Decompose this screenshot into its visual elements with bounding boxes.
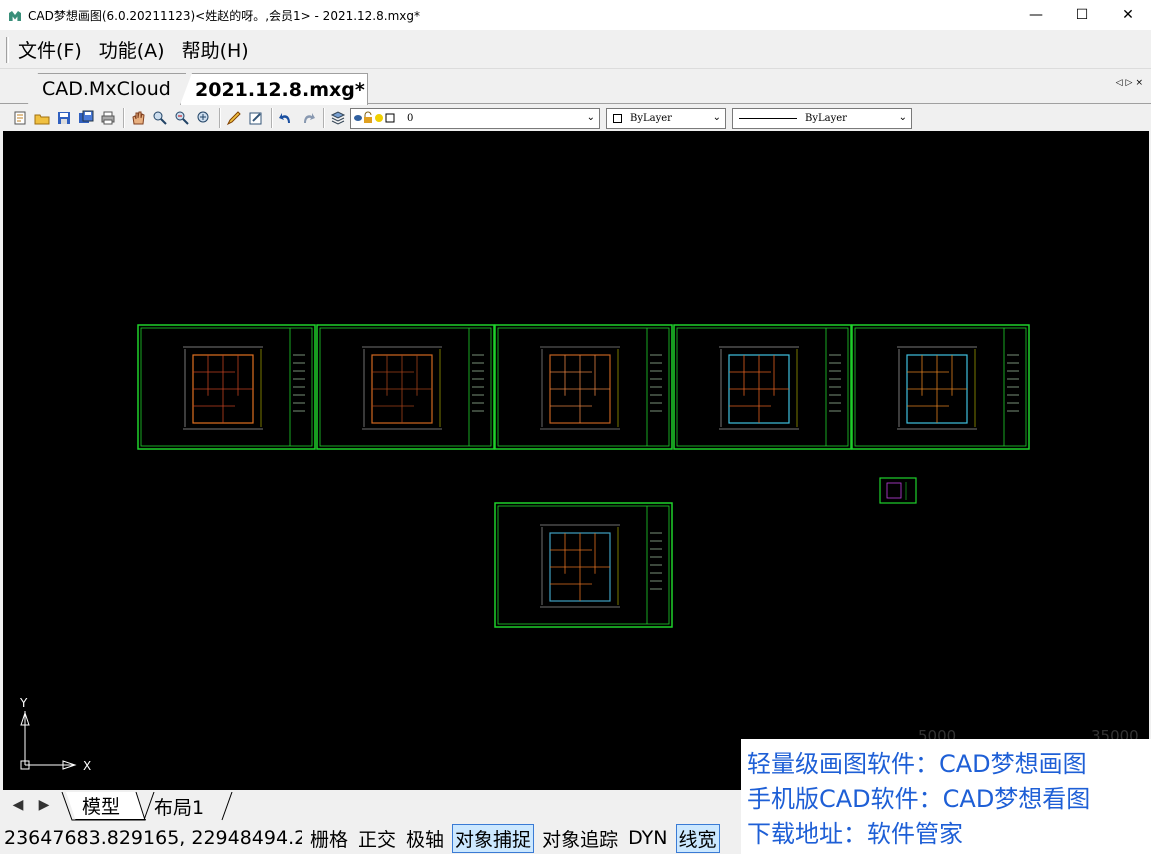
zoom-extents-icon[interactable] bbox=[194, 108, 214, 128]
toolbar-separator bbox=[123, 108, 125, 128]
menu-function[interactable]: 功能(A) bbox=[99, 36, 165, 63]
close-button[interactable]: ✕ bbox=[1105, 0, 1151, 30]
ad-line-2: 手机版CAD软件：CAD梦想看图 bbox=[747, 785, 1091, 813]
tab-prev-button[interactable]: ◁ bbox=[1116, 78, 1123, 88]
sheet-inner-frame bbox=[676, 327, 849, 447]
tab-next-button[interactable]: ▷ bbox=[1126, 78, 1133, 88]
layer-combo[interactable]: 0 ⌄ bbox=[350, 107, 600, 129]
sheet-frame bbox=[316, 324, 495, 450]
drawing-area: YX bbox=[19, 324, 1030, 773]
layer-state-icons bbox=[353, 111, 399, 125]
print-icon[interactable] bbox=[98, 108, 118, 128]
mini-sheet-frame bbox=[879, 477, 917, 504]
toggle-polar[interactable]: 极轴 bbox=[404, 825, 446, 852]
pencil-icon[interactable] bbox=[224, 108, 244, 128]
app-window: CAD梦想画图(6.0.20211123)<姓赵的呀。,会员1> - 2021.… bbox=[0, 0, 1151, 854]
window-controls: — ☐ ✕ bbox=[1013, 0, 1151, 30]
menu-file[interactable]: 文件(F) bbox=[18, 36, 82, 63]
main-toolbar: 0 ⌄ ByLayer ⌄ ByLayer ⌄ bbox=[0, 105, 1151, 131]
color-swatch bbox=[613, 113, 622, 123]
open-file-icon[interactable] bbox=[32, 108, 52, 128]
chevron-down-icon: ⌄ bbox=[712, 111, 721, 123]
save-as-icon[interactable] bbox=[76, 108, 96, 128]
edit-icon[interactable] bbox=[246, 108, 266, 128]
toolbar-separator bbox=[219, 108, 221, 128]
toolbar-separator bbox=[323, 108, 325, 128]
menu-bar: 文件(F) 功能(A) 帮助(H) bbox=[0, 31, 1151, 69]
ucs-y-label: Y bbox=[19, 696, 28, 710]
minimize-button[interactable]: — bbox=[1013, 0, 1059, 30]
toggle-dyn[interactable]: DYN bbox=[626, 827, 669, 849]
toggle-object-track[interactable]: 对象追踪 bbox=[540, 825, 620, 852]
color-combo[interactable]: ByLayer ⌄ bbox=[606, 107, 726, 129]
sheet-frame bbox=[851, 324, 1030, 450]
mini-plan bbox=[886, 482, 902, 499]
sheet-frame bbox=[673, 324, 852, 450]
sheet-inner-frame bbox=[140, 327, 313, 447]
chevron-down-icon: ⌄ bbox=[586, 111, 595, 123]
maximize-button[interactable]: ☐ bbox=[1059, 0, 1105, 30]
layout-tab-outline bbox=[61, 792, 233, 821]
layer-manager-icon[interactable] bbox=[328, 108, 348, 128]
sheet-frame bbox=[494, 324, 673, 450]
tab-drawing-active[interactable]: 2021.12.8.mxg* bbox=[180, 73, 368, 105]
toolbar-separator bbox=[271, 108, 273, 128]
tab-close-button[interactable]: × bbox=[1135, 78, 1143, 88]
cursor-coordinates: 23647683.829165, 22948494.28 bbox=[4, 827, 302, 849]
sheet-inner-frame bbox=[497, 327, 670, 447]
drawing-canvas[interactable]: YX 5000 35000 bbox=[3, 131, 1149, 790]
menu-grip bbox=[6, 37, 9, 63]
sheet-frame bbox=[494, 502, 673, 628]
app-logo-icon bbox=[8, 8, 22, 22]
layout-next-icon[interactable]: ▶ bbox=[34, 794, 54, 816]
toggle-object-snap[interactable]: 对象捕捉 bbox=[452, 823, 535, 853]
tab-cad-mxcloud[interactable]: CAD.MxCloud bbox=[28, 73, 186, 104]
redo-icon[interactable] bbox=[298, 108, 318, 128]
menu-help[interactable]: 帮助(H) bbox=[182, 36, 249, 63]
color-combo-value: ByLayer bbox=[630, 112, 672, 124]
save-icon[interactable] bbox=[54, 108, 74, 128]
sheet-frame bbox=[137, 324, 316, 450]
advertisement-panel: 轻量级画图软件：CAD梦想画图 手机版CAD软件：CAD梦想看图 下载地址：软件… bbox=[741, 739, 1151, 854]
zoom-realtime-icon[interactable] bbox=[150, 108, 170, 128]
linetype-combo[interactable]: ByLayer ⌄ bbox=[732, 107, 912, 129]
toggle-lineweight[interactable]: 线宽 bbox=[675, 823, 720, 853]
ad-line-3: 下载地址：软件管家 bbox=[747, 820, 963, 848]
sheet-inner-frame bbox=[497, 505, 670, 625]
new-file-icon[interactable] bbox=[10, 108, 30, 128]
tab-navigation: ◁ ▷ × bbox=[1116, 78, 1143, 88]
layer-combo-value: 0 bbox=[407, 112, 414, 124]
title-bar: CAD梦想画图(6.0.20211123)<姓赵的呀。,会员1> - 2021.… bbox=[0, 0, 1151, 30]
chevron-down-icon: ⌄ bbox=[898, 111, 907, 123]
window-title: CAD梦想画图(6.0.20211123)<姓赵的呀。,会员1> - 2021.… bbox=[28, 8, 420, 23]
toggle-ortho[interactable]: 正交 bbox=[356, 825, 398, 852]
ad-line-1: 轻量级画图软件：CAD梦想画图 bbox=[747, 750, 1087, 778]
zoom-window-icon[interactable] bbox=[172, 108, 192, 128]
ucs-x-label: X bbox=[83, 759, 91, 773]
sheet-inner-frame bbox=[319, 327, 492, 447]
linetype-sample bbox=[739, 117, 797, 119]
toggle-grid[interactable]: 栅格 bbox=[308, 825, 350, 852]
sheet-inner-frame bbox=[854, 327, 1027, 447]
undo-icon[interactable] bbox=[276, 108, 296, 128]
document-tab-bar: CAD.MxCloud 2021.12.8.mxg* ◁ ▷ × bbox=[0, 70, 1151, 105]
linetype-combo-value: ByLayer bbox=[805, 112, 847, 124]
pan-hand-icon[interactable] bbox=[128, 108, 148, 128]
layout-prev-icon[interactable]: ◀ bbox=[8, 794, 28, 816]
